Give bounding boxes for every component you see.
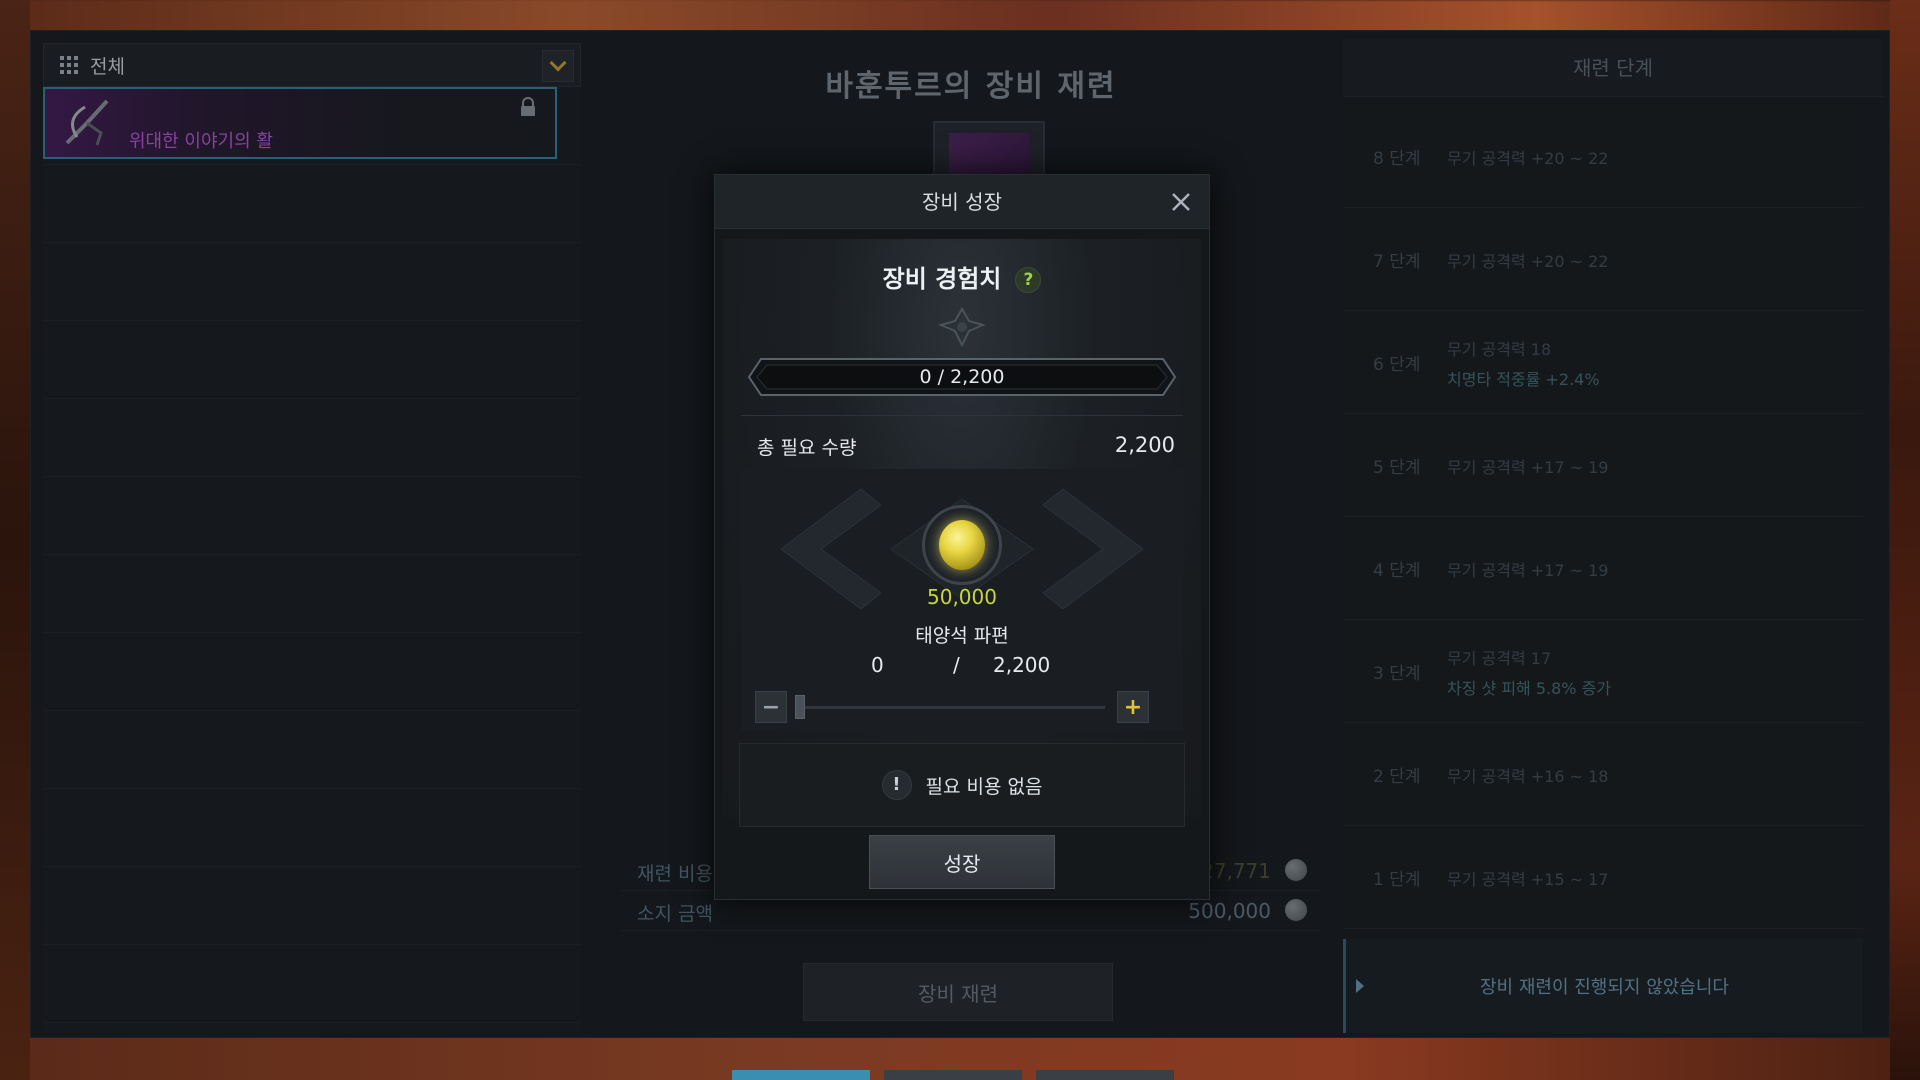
total-required-value: 2,200 (1114, 433, 1175, 457)
close-button[interactable] (1167, 188, 1195, 216)
help-icon[interactable]: ? (1015, 267, 1042, 293)
bottom-tab[interactable] (732, 1070, 870, 1080)
exp-title-text: 장비 경험치 (882, 265, 1002, 293)
total-required-label: 총 필요 수량 (757, 437, 857, 459)
material-current: 0 (871, 653, 884, 677)
quantity-slider-thumb[interactable] (795, 695, 805, 719)
grow-button[interactable]: 성장 (869, 835, 1055, 889)
material-owned-count: 50,000 (927, 585, 997, 609)
background-left (0, 0, 30, 1080)
solar-stone-icon (939, 520, 985, 570)
increase-button[interactable]: + (1117, 691, 1149, 723)
divider (741, 415, 1183, 416)
warning-icon: ! (881, 770, 912, 800)
material-slot[interactable] (922, 505, 1002, 585)
no-cost-box: ! 필요 비용 없음 (739, 743, 1185, 827)
decrease-button[interactable]: − (755, 691, 787, 723)
material-box: 50,000 태양석 파편 0 / 2,200 − + (741, 469, 1183, 731)
modal-title: 장비 성장 (922, 190, 1002, 214)
exp-progress-bar: 0 / 2,200 (747, 357, 1177, 397)
modal-titlebar: 장비 성장 (715, 175, 1209, 229)
no-cost-text: 필요 비용 없음 (925, 775, 1043, 798)
material-quantity: 0 / 2,200 (741, 653, 1183, 679)
material-separator: / (953, 653, 960, 677)
modal-body: 장비 경험치? 0 / 2,200 총 필요 수량 2,200 50,000 태… (723, 239, 1201, 827)
crest-icon (938, 307, 986, 348)
close-icon (1172, 193, 1190, 211)
exp-progress-text: 0 / 2,200 (919, 366, 1005, 388)
equipment-growth-modal: 장비 성장 장비 경험치? 0 / 2,200 총 필요 수량 2,200 50… (714, 174, 1210, 900)
bottom-tab[interactable] (884, 1070, 1022, 1080)
quantity-slider-track[interactable] (795, 706, 1105, 709)
material-max: 2,200 (993, 653, 1051, 677)
exp-title: 장비 경험치? (723, 259, 1201, 294)
material-name: 태양석 파편 (915, 625, 1009, 647)
bottom-tab[interactable] (1036, 1070, 1174, 1080)
background-right (1890, 0, 1920, 1080)
